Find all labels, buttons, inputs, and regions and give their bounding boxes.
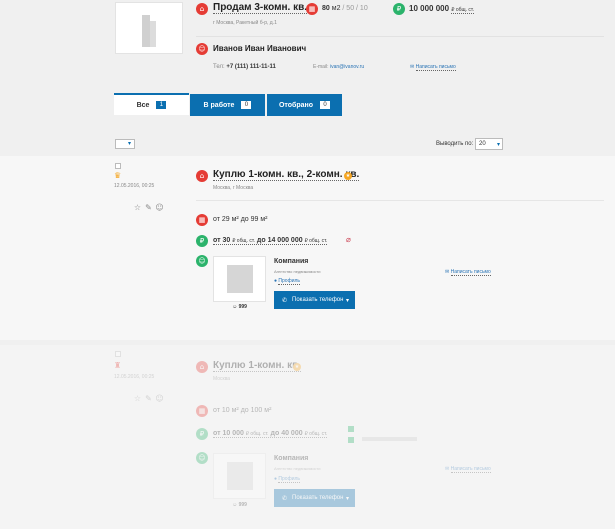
- chevron-down-icon: ▾: [496, 142, 500, 148]
- listing-address: г Москва, Ракетный б-р, д.1: [213, 20, 277, 26]
- tab-selected[interactable]: Отобрано 0: [267, 94, 342, 116]
- request-price: от 30 ₽ общ. ст. до 14 000 000 ₽ общ. ст…: [213, 237, 328, 245]
- listing-price: 10 000 000 ₽ общ. ст.: [409, 4, 475, 14]
- divider: [196, 36, 604, 37]
- phone-icon: ✆: [282, 296, 288, 304]
- company-rating: ☺ 999: [232, 304, 247, 310]
- crown-icon: ♜: [114, 361, 122, 370]
- area-icon: ▦: [306, 3, 318, 15]
- row-checkbox[interactable]: [115, 163, 121, 169]
- status-bar: [362, 437, 417, 441]
- request-card: ♛ 12.05.2016, 00:25 ☆ ✎ ☺ ⌂ Куплю 1-комн…: [0, 156, 615, 340]
- price-icon: ₽: [196, 235, 208, 247]
- chevron-down-icon: ▾: [345, 495, 349, 502]
- building-icon: [227, 265, 253, 293]
- badge-icon: ★: [293, 363, 301, 371]
- listing-photo[interactable]: [115, 2, 183, 54]
- faded-content: ♜ 12.05.2016, 00:25 ☆ ✎ ☺ ⌂ Куплю 1-комн…: [0, 345, 615, 529]
- edit-icon[interactable]: ✎: [144, 394, 153, 403]
- select-all-checkbox[interactable]: ▾: [115, 139, 135, 149]
- mail-icon: ✉: [445, 466, 450, 472]
- profile-icon: ●: [274, 278, 278, 284]
- listing-type-icon: ⌂: [196, 3, 208, 15]
- company-icon: ☺: [196, 255, 208, 267]
- show-by-label: Выводить по:: [436, 141, 474, 147]
- area-icon: ▦: [196, 214, 208, 226]
- chevron-down-icon: ▾: [345, 297, 349, 304]
- request-price: от 10 000 ₽ общ. ст. до 40 000 ₽ общ. ст…: [213, 430, 328, 438]
- price-icon: ₽: [393, 3, 405, 15]
- company-logo[interactable]: [213, 453, 266, 499]
- crown-icon: ♛: [114, 171, 122, 180]
- request-location: Москва, г Москва: [213, 185, 254, 191]
- request-area: от 10 м² до 100 м²: [213, 407, 272, 414]
- request-type-icon: ⌂: [196, 361, 208, 373]
- show-phone-button[interactable]: ✆ Показать телефон ▾: [274, 291, 355, 309]
- company-rating: ☺ 999: [232, 502, 247, 508]
- request-title[interactable]: Куплю 1-комн. кв.: [213, 360, 302, 372]
- write-letter-link[interactable]: ✉ Написать письмо: [445, 466, 491, 473]
- phone-icon: ✆: [282, 494, 288, 502]
- mail-icon: ✉: [445, 269, 450, 275]
- profile-link[interactable]: ● Профиль: [274, 278, 301, 285]
- no-chart-icon[interactable]: ⌀: [346, 235, 351, 244]
- company-icon: ☺: [196, 452, 208, 464]
- divider: [196, 200, 604, 201]
- company-name: Компания: [274, 455, 309, 462]
- write-letter-link[interactable]: ✉ Написать письмо: [445, 269, 491, 276]
- company-agency: Агентство недвижимости: [274, 269, 321, 274]
- price-icon: ₽: [196, 428, 208, 440]
- area-value: 80 м2 / 50 / 10: [322, 5, 368, 12]
- request-area: от 29 м² до 99 м²: [213, 216, 268, 223]
- request-card-faded: ♜ 12.05.2016, 00:25 ☆ ✎ ☺ ⌂ Куплю 1-комн…: [0, 345, 615, 529]
- edit-icon[interactable]: ✎: [144, 203, 153, 212]
- tab-in-work[interactable]: В работе 0: [190, 94, 265, 116]
- status-icon: [348, 437, 354, 443]
- star-icon[interactable]: ☆: [133, 394, 142, 403]
- company-name: Компания: [274, 258, 309, 265]
- owner-email: E-mail: ivan@ivanov.ru: [313, 64, 365, 70]
- request-type-icon: ⌂: [196, 170, 208, 182]
- profile-icon: ●: [274, 476, 278, 482]
- show-phone-button[interactable]: ✆ Показать телефон ▾: [274, 489, 355, 507]
- status-icon: [348, 426, 354, 432]
- company-logo[interactable]: [213, 256, 266, 302]
- write-letter-link[interactable]: ✉ Написать письмо: [410, 64, 456, 71]
- request-date: 12.05.2016, 00:25: [114, 374, 155, 380]
- owner-phone: Тел: +7 (111) 111-11-11: [213, 64, 276, 70]
- request-title[interactable]: Куплю 1-комн. кв., 2-комн. кв.: [213, 169, 360, 181]
- request-location: Москва: [213, 376, 231, 382]
- rating-icon: ☺: [232, 304, 238, 310]
- row-checkbox[interactable]: [115, 351, 121, 357]
- building-icon: [142, 15, 150, 47]
- company-agency: Агентство недвижимости: [274, 466, 321, 471]
- request-date: 12.05.2016, 00:25: [114, 183, 155, 189]
- show-by-select[interactable]: 20 ▾: [475, 138, 503, 150]
- listing-title[interactable]: Продам 3-комн. кв.: [213, 2, 308, 14]
- profile-link[interactable]: ● Профиль: [274, 476, 301, 483]
- smile-icon[interactable]: ☺: [155, 203, 164, 212]
- area-icon: ▦: [196, 405, 208, 417]
- building-icon: [227, 462, 253, 490]
- owner-icon: ☺: [196, 43, 208, 55]
- chevron-down-icon: ▾: [128, 141, 132, 147]
- star-icon[interactable]: ☆: [133, 203, 142, 212]
- rating-icon: ☺: [232, 502, 238, 508]
- owner-name: Иванов Иван Иванович: [213, 44, 307, 53]
- mail-icon: ✉: [410, 64, 415, 70]
- tab-all[interactable]: Все 1: [114, 93, 189, 115]
- badge-icon: ★: [344, 172, 352, 180]
- smile-icon[interactable]: ☺: [155, 394, 164, 403]
- top-listing: ⌂ Продам 3-комн. кв. г Москва, Ракетный …: [0, 0, 615, 88]
